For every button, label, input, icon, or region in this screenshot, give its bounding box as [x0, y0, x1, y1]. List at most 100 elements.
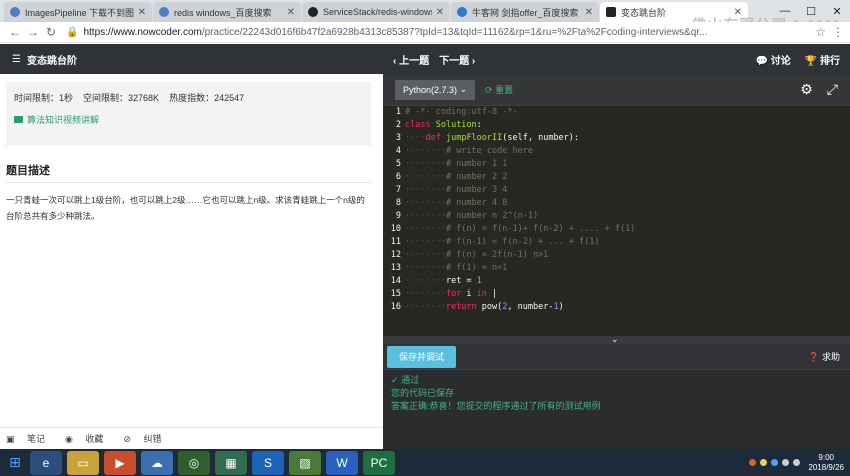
- line-number: 6: [395, 172, 401, 182]
- code-line[interactable]: ········return pow(2, number-1): [405, 301, 850, 314]
- prev-problem-button[interactable]: ‹ 上一题: [393, 52, 429, 67]
- close-tab-icon[interactable]: ✕: [436, 7, 444, 18]
- reload-icon[interactable]: ↻: [42, 25, 60, 39]
- list-icon[interactable]: ☰: [12, 54, 21, 65]
- code-line[interactable]: ····def jumpFloorII(self, number):: [405, 132, 850, 145]
- browser-tab[interactable]: ImagesPipeline 下载不到图片_ ✕: [4, 2, 152, 22]
- line-number: 16: [390, 302, 401, 312]
- line-number: 10: [390, 224, 401, 234]
- code-line[interactable]: ········# f(n) = 2f(n-1) n>1: [405, 249, 850, 262]
- fullscreen-icon[interactable]: ⤢: [827, 81, 838, 98]
- browser-tab[interactable]: ServiceStack/redis-windows: ✕: [302, 2, 450, 22]
- code-line[interactable]: class Solution:: [405, 119, 850, 132]
- maximize-icon[interactable]: ☐: [798, 5, 824, 18]
- rank-button[interactable]: 🏆 排行: [805, 52, 840, 67]
- code-line[interactable]: ········# number 3 4: [405, 184, 850, 197]
- close-tab-icon[interactable]: ✕: [138, 7, 146, 18]
- language-value: Python(2.7.3): [403, 84, 458, 95]
- code-line[interactable]: ········for i in |: [405, 288, 850, 301]
- forward-icon[interactable]: →: [24, 25, 42, 39]
- reset-button[interactable]: ⟳ 重置: [485, 83, 513, 96]
- code-line[interactable]: ········# number 2 2: [405, 171, 850, 184]
- language-select[interactable]: Python(2.7.3) ⌄: [395, 79, 476, 100]
- save-and-run-button[interactable]: 保存并调试: [387, 345, 457, 368]
- line-number: 9: [395, 211, 401, 221]
- url-field[interactable]: 🔒 https://www.nowcoder.com/practice/2224…: [66, 24, 809, 40]
- knowledge-link-label: 算法知识视频讲解: [27, 115, 100, 125]
- help-button[interactable]: ❓ 求助: [808, 350, 840, 363]
- line-number: 14: [390, 276, 401, 286]
- question-icon: ❓: [808, 352, 820, 362]
- report-button[interactable]: ⊘ 纠错: [123, 432, 171, 445]
- saved-message: 您的代码已保存: [391, 388, 455, 398]
- taskbar: ⊞ e ▭ ▶ ☁ ◎ ▦ S ▨ W PC 9:00 2018/9/26: [0, 449, 850, 476]
- back-icon[interactable]: ←: [6, 25, 24, 39]
- tray-app-icon[interactable]: [771, 459, 779, 466]
- report-icon: ⊘: [123, 434, 131, 444]
- chevron-down-icon: ⌄: [459, 84, 468, 94]
- wps-icon[interactable]: W: [326, 450, 358, 475]
- line-number: 2: [395, 120, 401, 130]
- code-line[interactable]: # -*- coding:utf-8 -*-: [405, 106, 850, 119]
- heat-index: 热度指数：242547: [169, 93, 245, 103]
- code-line[interactable]: ········# number 4 8: [405, 197, 850, 210]
- video-camera-icon: [14, 116, 23, 123]
- file-explorer-icon[interactable]: ▭: [67, 450, 99, 475]
- clock-time: 9:00: [818, 452, 834, 462]
- tray-app-icon[interactable]: [760, 459, 768, 466]
- next-problem-button[interactable]: 下一题 ›: [439, 52, 475, 67]
- code-line[interactable]: ········# number 1 1: [405, 158, 850, 171]
- chat-icon: 💬: [755, 55, 768, 67]
- code-line[interactable]: ········# f(1) = n=1: [405, 262, 850, 275]
- code-line[interactable]: ········# write code here: [405, 145, 850, 158]
- chrome-icon[interactable]: ◎: [178, 450, 210, 475]
- sogou-icon[interactable]: S: [252, 450, 284, 475]
- close-tab-icon[interactable]: ✕: [585, 7, 593, 18]
- browser-tab[interactable]: redis windows_百度搜索 ✕: [153, 2, 301, 22]
- network-icon[interactable]: [782, 459, 790, 466]
- help-label: 求助: [821, 352, 840, 362]
- github-icon: [308, 7, 318, 17]
- code-line[interactable]: ········ret = 1: [405, 275, 850, 288]
- line-number: 13: [390, 263, 401, 273]
- result-panel: 保存并调试 ❓ 求助 ✓ 通过 您的代码已保存 答案正确:恭喜！您提交的程序通过…: [383, 344, 850, 449]
- gear-icon[interactable]: ⚙: [800, 81, 813, 98]
- divider: [6, 182, 371, 183]
- code-editor[interactable]: 1 2 3 4 5 6 7 8 9 10 11 12 13 14 15 16 # -*- coding:utf…: [383, 106, 850, 336]
- code-line[interactable]: ········# number n 2^(n-1): [405, 210, 850, 223]
- app-icon[interactable]: ▦: [215, 450, 247, 475]
- tray-app-icon[interactable]: [749, 459, 757, 466]
- code-line[interactable]: ········# f(n-1) = f(n-2) + ... + f(1): [405, 236, 850, 249]
- discuss-button[interactable]: 💬 讨论: [756, 52, 791, 67]
- volume-icon[interactable]: [793, 459, 801, 466]
- check-icon: ✓: [391, 375, 399, 385]
- problem-panel: ☰ 变态跳台阶 时间限制：1秒 空间限制：32768K 热度指数：242547 …: [0, 44, 383, 449]
- code-area[interactable]: # -*- coding:utf-8 -*- class Solution: ···…: [405, 106, 850, 314]
- favorite-button[interactable]: ◉ 收藏: [65, 432, 113, 445]
- menu-dots-icon[interactable]: ⋮: [832, 25, 844, 39]
- media-player-icon[interactable]: ▶: [104, 450, 136, 475]
- clock[interactable]: 9:00 2018/9/26: [808, 453, 844, 473]
- pycharm-icon[interactable]: PC: [363, 450, 395, 475]
- knowledge-video-link[interactable]: 算法知识视频讲解: [14, 113, 363, 126]
- result-status: ✓ 通过: [391, 374, 842, 387]
- favorite-icon: ◉: [65, 434, 73, 444]
- line-number: 8: [395, 198, 401, 208]
- code-line[interactable]: ········# f(n) = f(n-1)+ f(n-2) + .... +…: [405, 223, 850, 236]
- ie-icon[interactable]: e: [30, 450, 62, 475]
- windows-start-icon[interactable]: ⊞: [0, 449, 30, 476]
- page-favicon-icon: [159, 7, 169, 17]
- tab-label: redis windows_百度搜索: [174, 7, 272, 18]
- image-app-icon[interactable]: ▨: [289, 450, 321, 475]
- bookmark-star-icon[interactable]: ☆: [815, 25, 826, 39]
- cloud-app-icon[interactable]: ☁: [141, 450, 173, 475]
- url-host: https://www.nowcoder.com: [83, 26, 202, 38]
- close-tab-icon[interactable]: ✕: [287, 7, 295, 18]
- notes-button[interactable]: ▣ 笔记: [6, 432, 55, 445]
- close-window-icon[interactable]: ✕: [824, 5, 850, 18]
- address-bar: ← → ↻ 🔒 https://www.nowcoder.com/practic…: [0, 22, 850, 43]
- problem-description: 一只青蛙一次可以跳上1级台阶，也可以跳上2级……它也可以跳上n级。求该青蛙跳上一…: [6, 195, 365, 221]
- minimize-icon[interactable]: —: [772, 5, 798, 17]
- browser-tab[interactable]: 牛客网 剑指offer_百度搜索 ✕: [451, 2, 599, 22]
- action-row: 保存并调试 ❓ 求助: [383, 344, 850, 370]
